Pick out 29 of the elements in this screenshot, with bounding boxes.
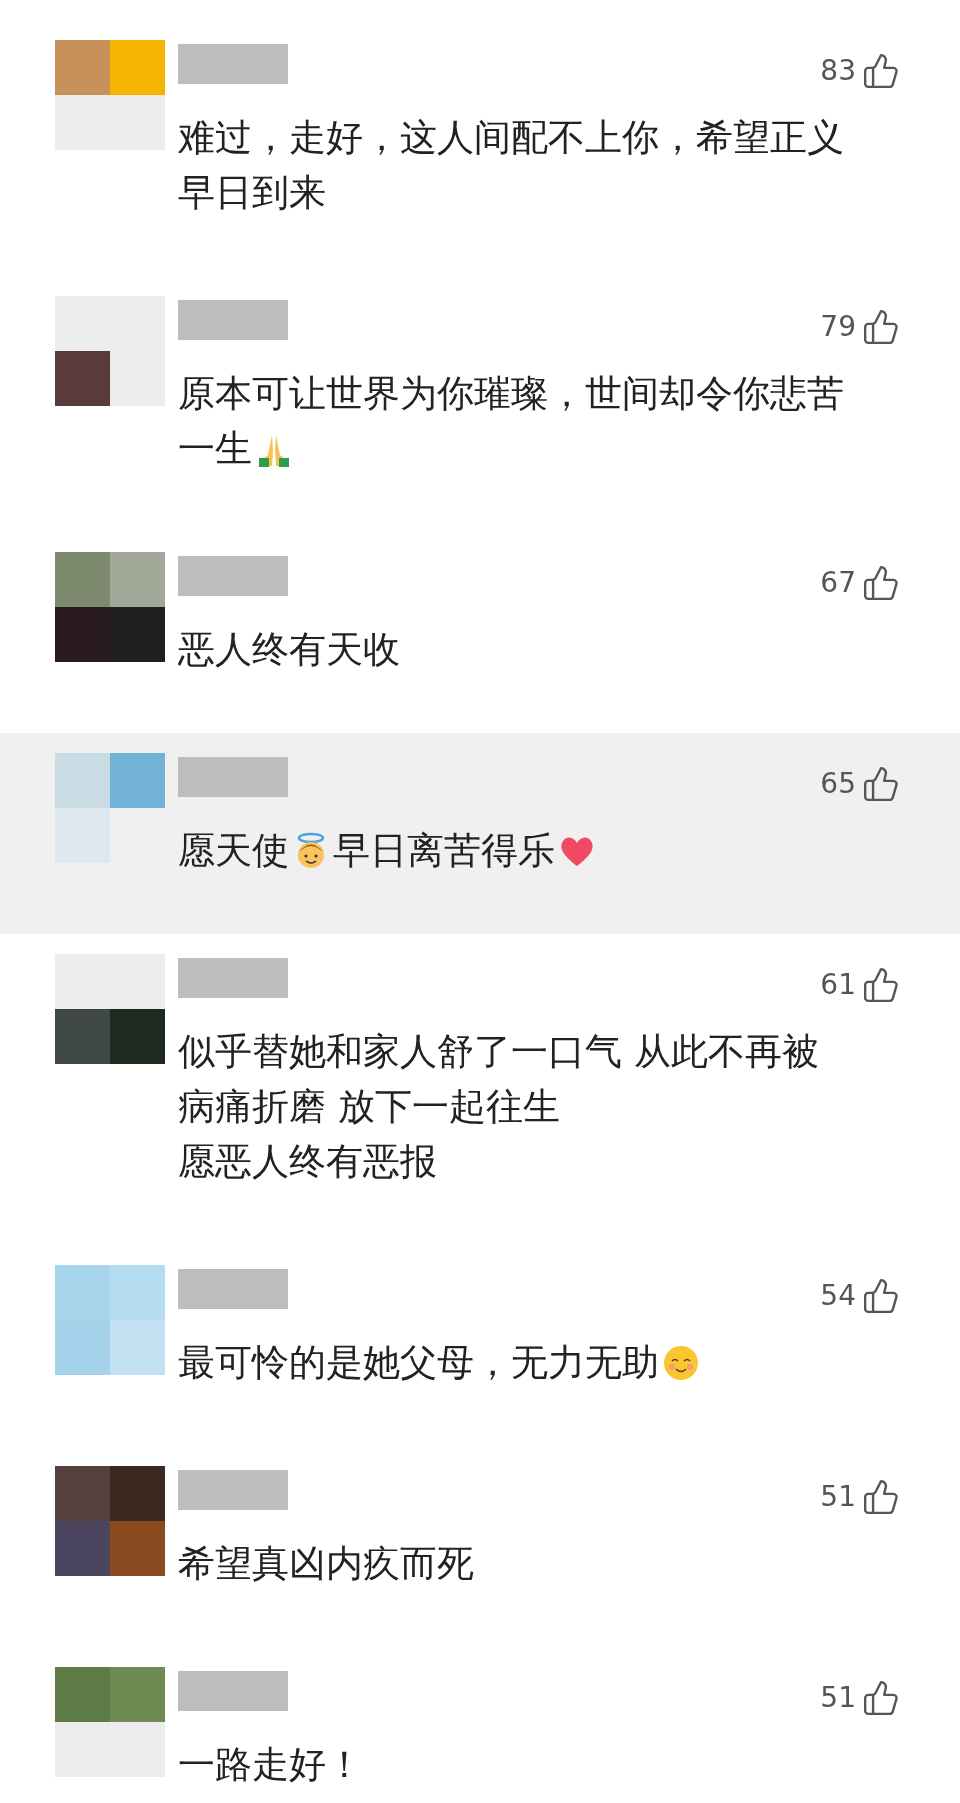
like-count: 67: [820, 565, 856, 601]
thumbs-up-icon[interactable]: [862, 1478, 900, 1516]
like-count: 54: [820, 1278, 856, 1314]
comment-text: 恶人终有天收: [178, 627, 400, 673]
thumbs-up-icon[interactable]: [862, 1277, 900, 1315]
comment-text: 愿恶人终有恶报: [178, 1139, 437, 1185]
like-count: 65: [820, 766, 856, 802]
comment-text: 难过，走好，这人间配不上你，希望正义: [178, 115, 844, 161]
thumbs-up-icon[interactable]: [862, 52, 900, 90]
comment-text: 早日离苦得乐: [333, 828, 555, 874]
like-count: 51: [820, 1479, 856, 1515]
like-count: 83: [820, 53, 856, 89]
thumbs-up-icon[interactable]: [862, 1679, 900, 1717]
thumbs-up-icon[interactable]: [862, 966, 900, 1004]
comment-text: 最可怜的是她父母，无力无助: [178, 1340, 659, 1386]
thumbs-up-icon[interactable]: [862, 308, 900, 346]
like-count: 79: [820, 309, 856, 345]
comment-text: 似乎替她和家人舒了一口气 从此不再被: [178, 1029, 819, 1075]
comment-text: 原本可让世界为你璀璨，世间却令你悲苦: [178, 371, 844, 417]
comment-text: 早日到来: [178, 170, 326, 216]
comment-text: 愿天使: [178, 828, 289, 874]
comment-text: 一生: [178, 426, 252, 472]
thumbs-up-icon[interactable]: [862, 564, 900, 602]
like-count: 61: [820, 967, 856, 1003]
comment-text: 病痛折磨 放下一起往生: [178, 1084, 560, 1130]
comment-text: 希望真凶内疚而死: [178, 1541, 474, 1587]
thumbs-up-icon[interactable]: [862, 765, 900, 803]
like-count: 51: [820, 1680, 856, 1716]
comment-text: 一路走好！: [178, 1742, 363, 1788]
